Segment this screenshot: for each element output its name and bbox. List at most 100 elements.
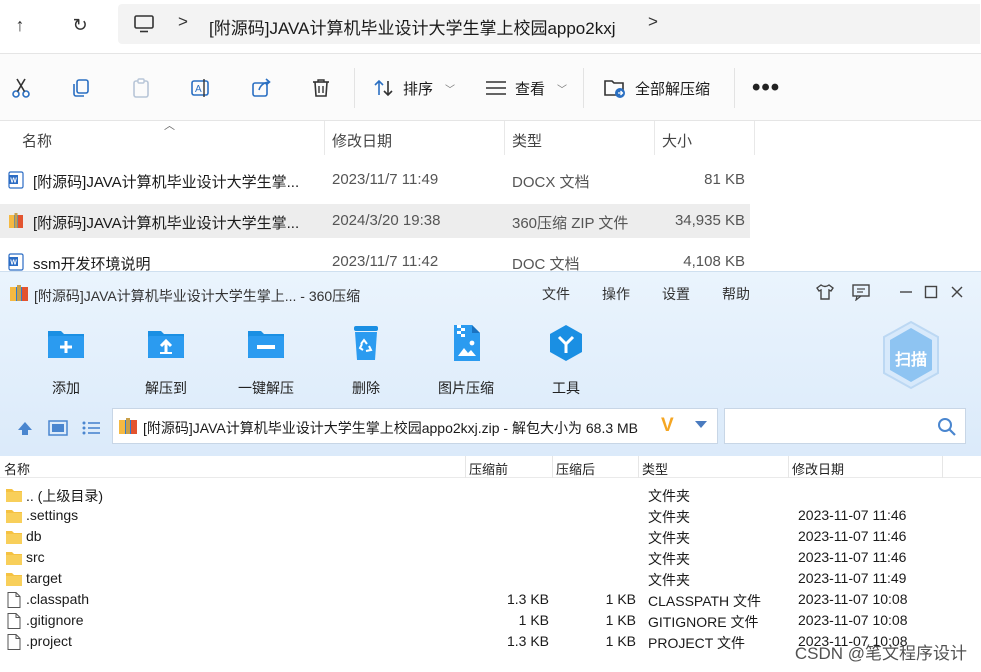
image-compress-button[interactable]: 图片压缩: [421, 322, 511, 398]
zip360-logo-icon: [10, 285, 28, 301]
archive-row[interactable]: .classpath 1.3 KB 1 KB CLASSPATH 文件 2023-11-…: [0, 589, 981, 610]
window-title: [附源码]JAVA计算机毕业设计大学生掌上... - 360压缩: [34, 288, 361, 304]
column-date[interactable]: 修改日期: [332, 130, 392, 151]
archive-row[interactable]: src 文件夹 2023-11-07 11:46: [0, 547, 981, 568]
image-compress-icon: [445, 322, 487, 364]
share-icon[interactable]: [249, 76, 273, 100]
column-name[interactable]: 名称: [4, 459, 30, 478]
menu-help[interactable]: 帮助: [722, 284, 750, 304]
column-name[interactable]: 名称: [22, 130, 52, 151]
minimize-icon[interactable]: [895, 281, 917, 303]
entry-type: 文件夹: [648, 530, 690, 546]
archive-path-text: [附源码]JAVA计算机毕业设计大学生掌上校园appo2kxj.zip - 解包…: [143, 420, 639, 436]
sort-button[interactable]: 排序 ﹀: [373, 76, 455, 100]
column-before[interactable]: 压缩前: [469, 459, 508, 478]
delete-button[interactable]: 删除: [321, 322, 411, 398]
entry-date: 2023-11-07 11:46: [798, 507, 907, 523]
column-size[interactable]: 大小: [662, 130, 692, 151]
folder-icon: [6, 573, 22, 586]
more-options-button[interactable]: •••: [752, 74, 780, 102]
column-divider[interactable]: [942, 456, 943, 478]
entry-size-before: 1.3 KB: [506, 633, 549, 649]
chevron-down-icon: ﹀: [445, 84, 456, 96]
thumbnail-view-icon[interactable]: [47, 418, 69, 438]
entry-name: db: [26, 528, 42, 544]
column-divider[interactable]: [754, 121, 755, 155]
copy-icon[interactable]: [69, 76, 93, 100]
extract-all-button[interactable]: 全部解压缩: [603, 76, 710, 100]
up-arrow-icon[interactable]: ↑: [5, 10, 35, 40]
entry-size-after: 1 KB: [605, 591, 636, 607]
view-label: 查看: [515, 80, 546, 98]
folder-icon: [6, 552, 22, 565]
archive-row[interactable]: .. (上级目录) 文件夹: [0, 484, 981, 505]
sort-up-indicator-icon: ︿: [164, 120, 175, 132]
up-level-icon[interactable]: [14, 418, 36, 438]
feedback-icon[interactable]: [850, 281, 872, 303]
view-button[interactable]: 查看 ﹀: [485, 76, 567, 100]
address-box[interactable]: > [附源码]JAVA计算机毕业设计大学生掌上校园appo2kxj >: [118, 4, 980, 44]
file-size: 81 KB: [704, 171, 745, 188]
entry-type: 文件夹: [648, 551, 690, 567]
entry-name: .project: [26, 633, 72, 649]
one-click-extract-button[interactable]: 一键解压: [221, 322, 311, 398]
file-date: 2023/11/7 11:42: [332, 253, 439, 270]
entry-name: target: [26, 570, 62, 586]
menu-operation[interactable]: 操作: [602, 284, 630, 304]
refresh-icon[interactable]: ↻: [65, 10, 95, 40]
entry-name: src: [26, 549, 45, 565]
image-compress-label: 图片压缩: [438, 380, 494, 396]
menu-settings[interactable]: 设置: [662, 284, 690, 304]
column-divider[interactable]: [552, 456, 553, 478]
entry-type: GITIGNORE 文件: [648, 614, 759, 630]
breadcrumb-path[interactable]: [附源码]JAVA计算机毕业设计大学生掌上校园appo2kxj: [209, 14, 616, 39]
column-divider[interactable]: [788, 456, 789, 478]
folder-icon: [6, 510, 22, 523]
one-click-extract-icon: [245, 322, 287, 364]
file-row-selected[interactable]: [附源码]JAVA计算机毕业设计大学生掌... 2024/3/20 19:38 …: [0, 204, 750, 238]
breadcrumb-separator-end[interactable]: >: [648, 12, 658, 32]
maximize-icon[interactable]: [920, 281, 942, 303]
column-type[interactable]: 类型: [512, 130, 542, 151]
extract-to-button[interactable]: 解压到: [121, 322, 211, 398]
archive-path-box[interactable]: [附源码]JAVA计算机毕业设计大学生掌上校园appo2kxj.zip - 解包…: [112, 408, 718, 444]
toolbar-divider: [734, 68, 735, 108]
add-button[interactable]: 添加: [21, 322, 111, 398]
recycle-bin-icon: [345, 322, 387, 364]
rename-icon[interactable]: A: [189, 76, 213, 100]
search-icon[interactable]: [937, 417, 957, 437]
close-icon[interactable]: [946, 281, 968, 303]
file-type: 360压缩 ZIP 文件: [512, 215, 629, 232]
entry-size-before: 1 KB: [518, 612, 549, 628]
delete-icon[interactable]: [309, 76, 333, 100]
cut-icon[interactable]: [9, 76, 33, 100]
column-divider[interactable]: [504, 121, 505, 155]
file-size: 34,935 KB: [674, 212, 745, 229]
file-date: 2023/11/7 11:49: [332, 171, 439, 188]
column-after[interactable]: 压缩后: [556, 459, 595, 478]
column-date[interactable]: 修改日期: [792, 459, 844, 478]
column-divider[interactable]: [638, 456, 639, 478]
scan-button[interactable]: 扫描: [880, 320, 942, 390]
tools-button[interactable]: 工具: [521, 322, 611, 398]
entry-type: PROJECT 文件: [648, 635, 745, 651]
column-divider[interactable]: [465, 456, 466, 478]
column-type[interactable]: 类型: [642, 459, 668, 478]
scan-label: 扫描: [894, 352, 927, 369]
menu-file[interactable]: 文件: [542, 284, 570, 304]
search-input[interactable]: [724, 408, 966, 444]
path-dropdown-icon[interactable]: [695, 421, 707, 428]
list-view-icon[interactable]: [80, 418, 102, 438]
archive-row[interactable]: target 文件夹 2023-11-07 11:49: [0, 568, 981, 589]
svg-text:W: W: [10, 178, 17, 185]
archive-row[interactable]: .settings 文件夹 2023-11-07 11:46: [0, 505, 981, 526]
column-divider[interactable]: [324, 121, 325, 155]
archive-row[interactable]: .gitignore 1 KB 1 KB GITIGNORE 文件 2023-11-07…: [0, 610, 981, 631]
archive-row[interactable]: db 文件夹 2023-11-07 11:46: [0, 526, 981, 547]
entry-date: 2023-11-07 11:46: [798, 549, 907, 565]
column-divider[interactable]: [654, 121, 655, 155]
delete-label: 删除: [352, 380, 380, 396]
extract-folder-icon: [604, 80, 625, 98]
skin-shirt-icon[interactable]: [814, 281, 836, 303]
file-row[interactable]: W [附源码]JAVA计算机毕业设计大学生掌... 2023/11/7 11:4…: [0, 163, 750, 197]
